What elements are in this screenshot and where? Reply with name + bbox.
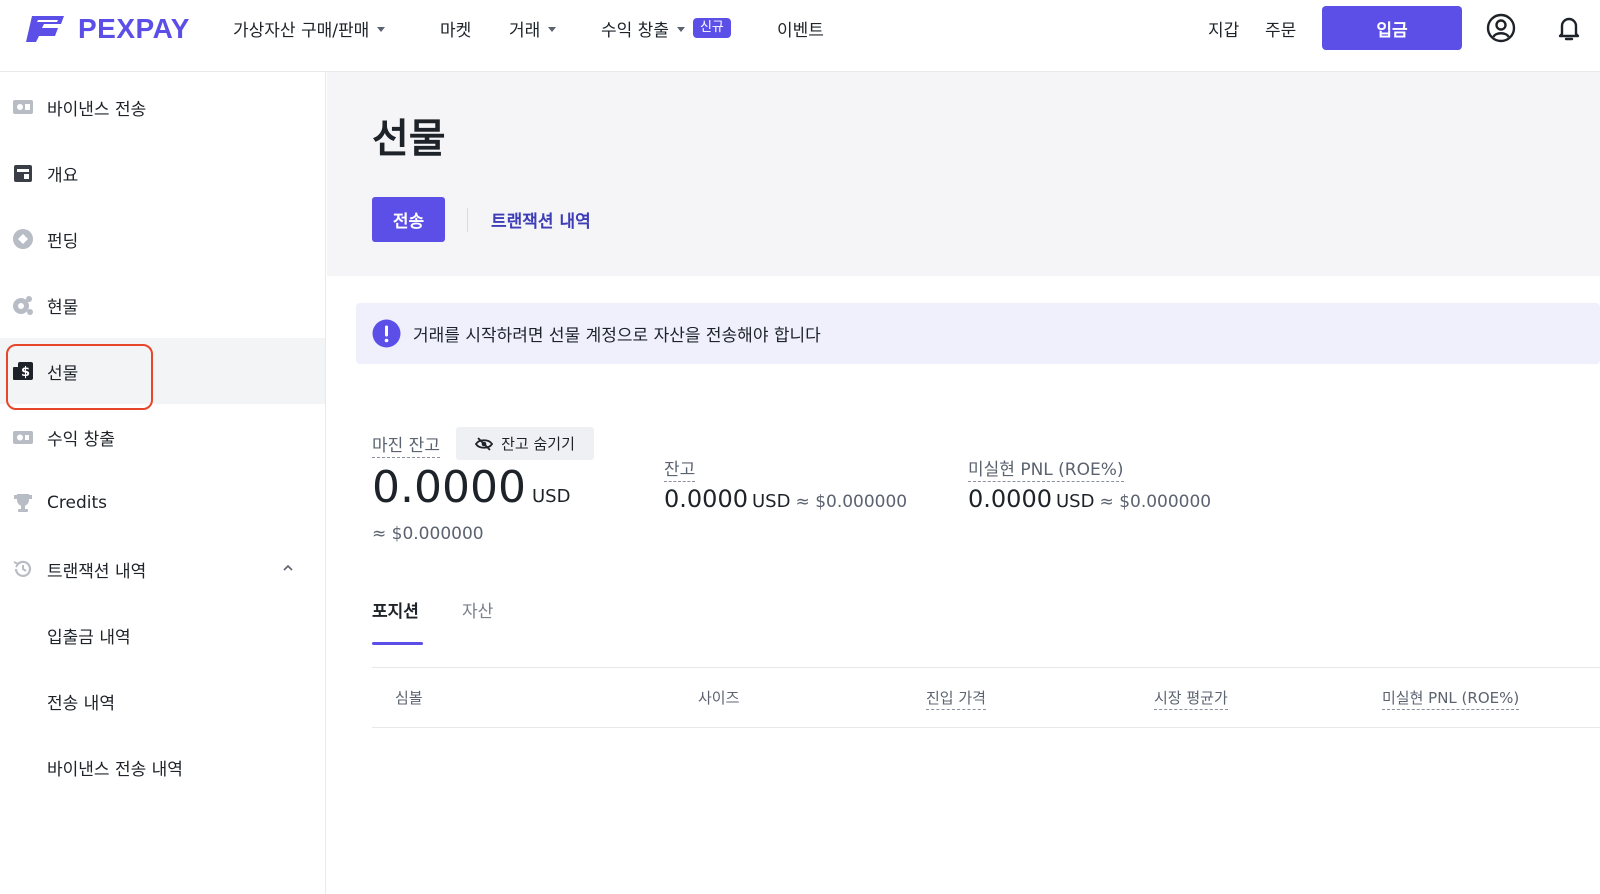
bell-icon[interactable] xyxy=(1553,12,1585,44)
column-header-mark-price[interactable]: 시장 평균가 xyxy=(1154,687,1228,710)
nav-trade[interactable]: 거래 xyxy=(509,0,557,56)
margin-balance-value: 0.0000 xyxy=(372,462,526,513)
sidebar: 바이낸스 전송 개요 펀딩 현물 $ 선물 수익 창출 Credits 트랜잭션… xyxy=(0,72,326,894)
sidebar-item-label: 트랜잭션 내역 xyxy=(47,561,147,582)
history-icon xyxy=(13,560,32,577)
sidebar-subitem-transfer-history[interactable]: 전송 내역 xyxy=(0,668,325,734)
nav-markets[interactable]: 마켓 xyxy=(440,0,471,56)
balance-approx: ≈ $0.000000 xyxy=(795,492,908,512)
nav-events-label: 이벤트 xyxy=(777,20,824,41)
sidebar-item-label: 선물 xyxy=(47,363,79,384)
earn-icon xyxy=(13,431,33,444)
sidebar-item-futures[interactable]: $ 선물 xyxy=(0,338,325,404)
sidebar-item-label: 현물 xyxy=(47,297,79,318)
top-header: PEXPAY 가상자산 구매/판매 마켓 거래 수익 창출 신규 이벤트 지갑 … xyxy=(0,0,1600,72)
column-header-symbol: 심볼 xyxy=(395,689,423,707)
sidebar-item-label: 전송 내역 xyxy=(47,693,115,714)
sidebar-item-label: 바이낸스 전송 xyxy=(47,99,147,120)
tab-assets[interactable]: 자산 xyxy=(462,597,493,622)
svg-text:$: $ xyxy=(21,365,30,380)
balance-value-row: 0.0000 USD ≈ $0.000000 xyxy=(664,485,907,513)
page-header-area xyxy=(327,72,1600,276)
nav-events[interactable]: 이벤트 xyxy=(777,0,824,56)
unrealized-pnl-value: 0.0000 xyxy=(968,485,1052,513)
margin-balance-approx: ≈ $0.000000 xyxy=(372,524,484,544)
pexpay-logo-icon xyxy=(26,16,64,42)
hide-balance-button[interactable]: 잔고 숨기기 xyxy=(456,427,594,460)
caret-down-icon xyxy=(676,26,685,32)
sidebar-item-spot[interactable]: 현물 xyxy=(0,272,325,338)
sidebar-item-label: Credits xyxy=(47,493,107,513)
margin-balance-unit: USD xyxy=(531,486,571,507)
sidebar-item-transaction-history[interactable]: 트랜잭션 내역 xyxy=(0,536,325,602)
table-top-border xyxy=(372,667,1600,668)
nav-earn-label: 수익 창출 xyxy=(601,20,669,41)
sidebar-subitem-binance-transfer-history[interactable]: 바이낸스 전송 내역 xyxy=(0,734,325,800)
unrealized-pnl-label[interactable]: 미실현 PNL (ROE%) xyxy=(968,460,1124,482)
balance-label-wrap: 잔고 xyxy=(664,455,696,482)
nav-buy-sell-label: 가상자산 구매/판매 xyxy=(233,20,370,41)
nav-trade-label: 거래 xyxy=(509,20,541,41)
balance-unit: USD xyxy=(751,491,791,512)
sidebar-item-funding[interactable]: 펀딩 xyxy=(0,206,325,272)
new-badge: 신규 xyxy=(692,18,731,38)
pnl-value-row: 0.0000 USD ≈ $0.000000 xyxy=(968,485,1211,513)
balance-label[interactable]: 잔고 xyxy=(664,460,696,482)
balance-value: 0.0000 xyxy=(664,485,748,513)
margin-balance-label[interactable]: 마진 잔고 xyxy=(372,436,440,458)
table-header-border xyxy=(372,727,1600,728)
caret-down-icon xyxy=(377,26,386,32)
column-header-entry-price[interactable]: 진입 가격 xyxy=(926,687,986,710)
tab-transfer[interactable]: 전송 xyxy=(372,197,445,242)
hide-balance-label: 잔고 숨기기 xyxy=(501,435,575,453)
margin-balance-value-row: 0.0000 USD xyxy=(372,462,570,513)
overview-icon xyxy=(14,165,32,182)
sidebar-item-credits[interactable]: Credits xyxy=(0,470,325,536)
caret-down-icon xyxy=(548,26,557,32)
deposit-button[interactable]: 입금 xyxy=(1322,6,1462,50)
pnl-label-wrap: 미실현 PNL (ROE%) xyxy=(968,455,1124,482)
user-icon[interactable] xyxy=(1485,12,1517,44)
sidebar-item-label: 개요 xyxy=(47,165,79,186)
sidebar-item-label: 수익 창출 xyxy=(47,429,115,450)
sidebar-item-overview[interactable]: 개요 xyxy=(0,140,325,206)
sidebar-item-earn[interactable]: 수익 창출 xyxy=(0,404,325,470)
sidebar-item-label: 펀딩 xyxy=(47,231,79,252)
sidebar-subitem-deposit-withdraw-history[interactable]: 입출금 내역 xyxy=(0,602,325,668)
margin-balance-label-wrap: 마진 잔고 xyxy=(372,431,440,458)
column-header-size: 사이즈 xyxy=(698,689,740,707)
chevron-up-icon[interactable] xyxy=(282,562,294,574)
pexpay-logo[interactable]: PEXPAY xyxy=(24,12,190,46)
funding-icon xyxy=(13,229,33,249)
sidebar-item-label: 입출금 내역 xyxy=(47,627,131,648)
tab-divider xyxy=(467,208,468,232)
spot-icon xyxy=(13,296,33,315)
notice-banner: 거래를 시작하려면 선물 계정으로 자산을 전송해야 합니다 xyxy=(356,303,1600,364)
eye-off-icon xyxy=(475,436,494,451)
wallet-link[interactable]: 지갑 xyxy=(1208,0,1239,56)
tab-positions[interactable]: 포지션 xyxy=(372,597,419,622)
binance-transfer-icon xyxy=(13,100,33,114)
nav-markets-label: 마켓 xyxy=(440,20,472,41)
futures-icon: $ xyxy=(13,362,33,380)
unrealized-pnl-approx: ≈ $0.000000 xyxy=(1099,492,1212,512)
nav-earn[interactable]: 수익 창출 신규 xyxy=(601,0,731,56)
nav-buy-sell[interactable]: 가상자산 구매/판매 xyxy=(233,0,386,56)
sidebar-item-binance-transfer[interactable]: 바이낸스 전송 xyxy=(0,74,325,140)
orders-link[interactable]: 주문 xyxy=(1265,0,1296,56)
notice-text: 거래를 시작하려면 선물 계정으로 자산을 전송해야 합니다 xyxy=(413,326,821,346)
trophy-icon xyxy=(14,494,32,512)
tab-transaction-history[interactable]: 트랜잭션 내역 xyxy=(491,197,591,242)
active-tab-indicator xyxy=(372,642,423,645)
unrealized-pnl-unit: USD xyxy=(1055,491,1095,512)
column-header-unrealized-pnl[interactable]: 미실현 PNL (ROE%) xyxy=(1382,687,1520,710)
exclamation-icon xyxy=(372,319,401,348)
logo-text: PEXPAY xyxy=(78,13,190,44)
sidebar-item-label: 바이낸스 전송 내역 xyxy=(47,759,183,780)
page-title: 선물 xyxy=(372,116,446,162)
